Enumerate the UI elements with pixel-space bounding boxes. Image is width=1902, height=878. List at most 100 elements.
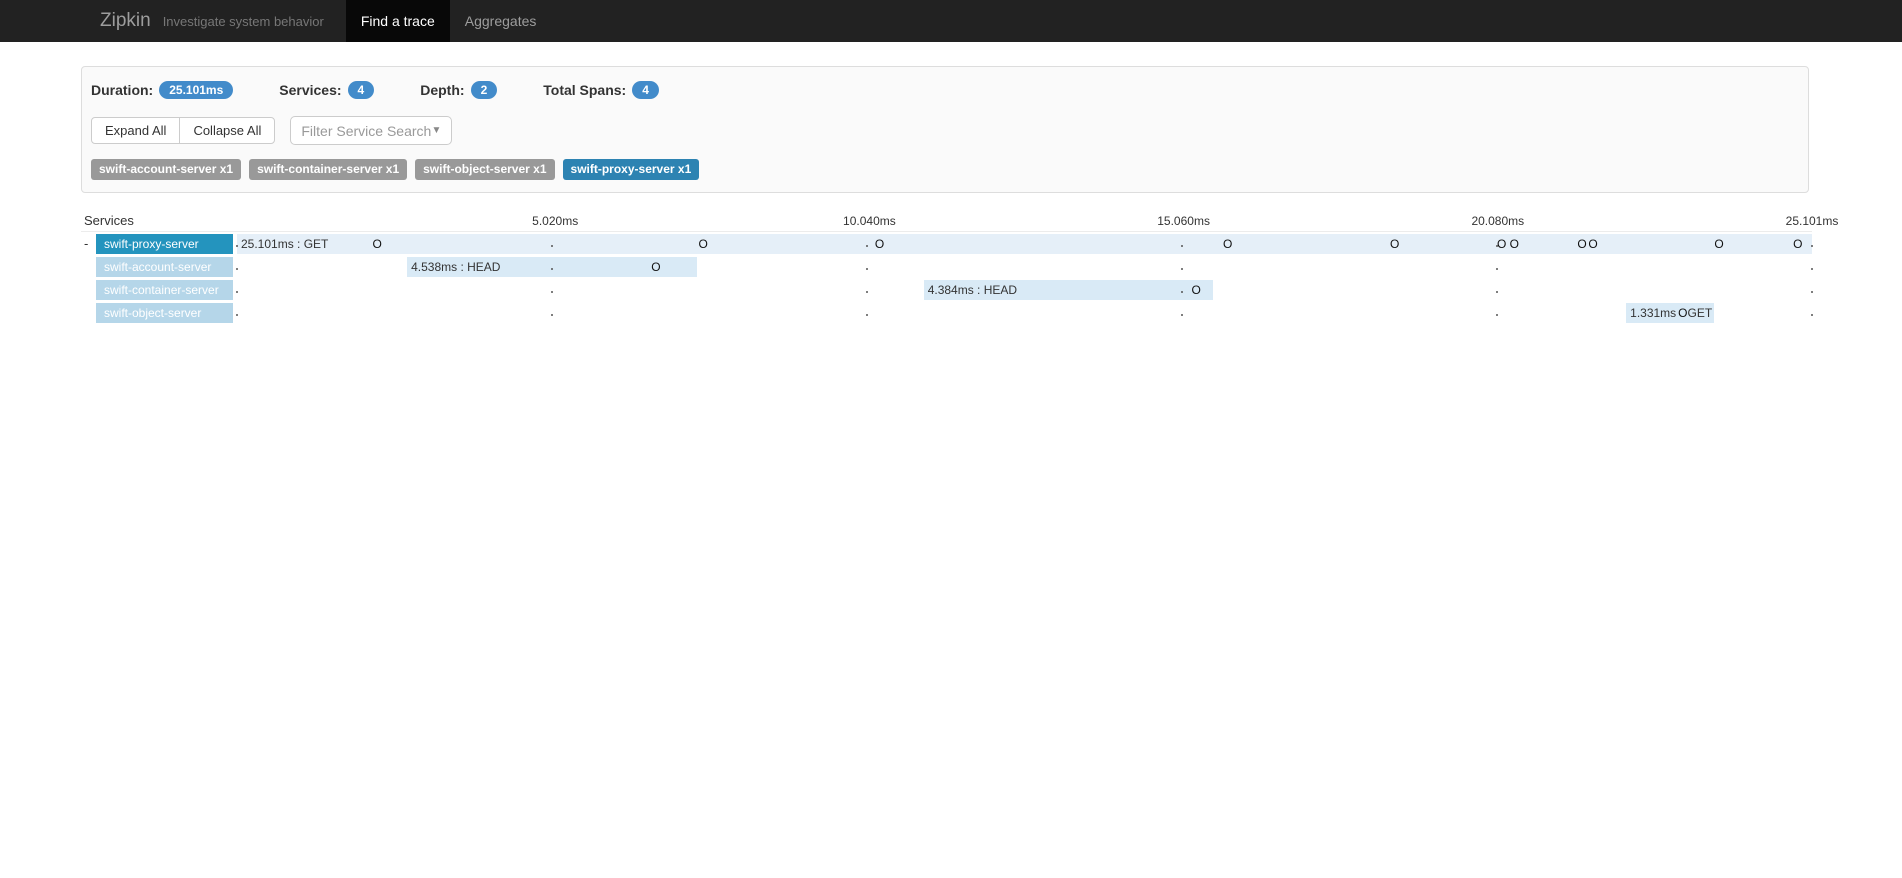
span-duration-label: 25.101ms : GET — [237, 237, 328, 251]
annotation-marker: O — [651, 261, 660, 273]
summary-stat: Services: 4 — [279, 81, 374, 99]
tick-dot — [1811, 291, 1813, 293]
tick-dot — [1811, 245, 1813, 247]
tick-label: 10.040ms — [843, 214, 896, 228]
stat-badge: 4 — [348, 81, 375, 99]
service-name-label[interactable]: swift-proxy-server — [96, 234, 233, 254]
stat-badge: 2 — [471, 81, 498, 99]
stat-label: Services: — [279, 82, 341, 98]
tick-label: 25.101ms — [1786, 214, 1839, 228]
brand-tagline: Investigate system behavior — [163, 14, 324, 29]
span-duration-label: 4.538ms : HEAD — [407, 260, 500, 274]
summary-stats: Duration: 25.101ms Services: 4 Depth: 2 Total … — [91, 81, 1798, 99]
tick-dot — [236, 291, 238, 293]
brand-logo[interactable]: Zipkin — [100, 10, 151, 32]
service-name-label[interactable]: swift-account-server — [96, 257, 233, 277]
span-bar[interactable]: 25.101ms : GET — [237, 234, 1812, 254]
summary-stat: Duration: 25.101ms — [91, 81, 233, 99]
annotation-marker: O — [1390, 238, 1399, 250]
tick-dot — [1496, 314, 1498, 316]
summary-stat: Depth: 2 — [420, 81, 497, 99]
tick-dot — [236, 268, 238, 270]
tick-dot — [1181, 314, 1183, 316]
annotation-marker: O — [1793, 238, 1802, 250]
tick-dot — [551, 268, 553, 270]
stat-badge: 25.101ms — [159, 81, 233, 99]
trace-row: swift-account-server 4.538ms : HEAD O — [81, 255, 1812, 278]
tick-dot — [866, 268, 868, 270]
tick-label: 15.060ms — [1157, 214, 1210, 228]
tick-dot — [866, 245, 868, 247]
span-duration-label: 4.384ms : HEAD — [924, 283, 1017, 297]
tick-dot — [1181, 291, 1183, 293]
annotation-marker: O — [875, 238, 884, 250]
row-timeline: 4.538ms : HEAD O — [237, 257, 1812, 277]
annotation-marker: O — [373, 238, 382, 250]
tick-dot — [551, 245, 553, 247]
services-column-header: Services — [81, 213, 237, 229]
span-duration-label: 1.331ms — [1626, 306, 1676, 320]
tab-aggregates[interactable]: Aggregates — [450, 0, 552, 42]
caret-down-icon: ▼ — [431, 125, 441, 136]
tick-dot — [236, 245, 238, 247]
trace-row: swift-container-server 4.384ms : HEAD O — [81, 278, 1812, 301]
tick-dot — [1496, 268, 1498, 270]
trace-rows: -swift-proxy-server25.101ms : GETOOOOOOO… — [81, 232, 1812, 324]
stat-label: Depth: — [420, 82, 464, 98]
timeline-header: Services 5.020ms 10.040ms 15.060ms 20.080ms… — [81, 213, 1812, 232]
annotation-marker: O — [699, 238, 708, 250]
tick-label: 5.020ms — [532, 214, 578, 228]
annotation-marker: O — [1192, 284, 1201, 296]
trace-summary-panel: Duration: 25.101ms Services: 4 Depth: 2 Total … — [81, 66, 1809, 193]
brand-area: Zipkin Investigate system behavior — [0, 0, 324, 42]
tick-dot — [866, 314, 868, 316]
trace-timeline: Services 5.020ms 10.040ms 15.060ms 20.080ms… — [81, 213, 1812, 324]
tab-find-a-trace[interactable]: Find a trace — [346, 0, 450, 42]
service-tag[interactable]: swift-object-server x1 — [415, 159, 554, 180]
tick-dot — [1181, 268, 1183, 270]
tick-dot — [551, 291, 553, 293]
tick-dot — [866, 291, 868, 293]
tick-dot — [551, 314, 553, 316]
annotation-marker: O — [1223, 238, 1232, 250]
expand-all-button[interactable]: Expand All — [91, 117, 180, 144]
service-tag[interactable]: swift-container-server x1 — [249, 159, 407, 180]
expander-toggle[interactable]: - — [81, 236, 96, 251]
collapse-all-button[interactable]: Collapse All — [179, 117, 275, 144]
tick-dot — [1811, 314, 1813, 316]
service-tag-list: swift-account-server x1 swift-container-s… — [91, 159, 1798, 180]
tick-dot — [1811, 268, 1813, 270]
nav-tabs: Find a trace Aggregates — [346, 0, 552, 42]
tick-label: 20.080ms — [1471, 214, 1524, 228]
tick-dot — [236, 314, 238, 316]
service-name-label[interactable]: swift-object-server — [96, 303, 233, 323]
service-tag[interactable]: swift-proxy-server x1 — [563, 159, 700, 180]
stat-label: Total Spans: — [543, 82, 626, 98]
filter-service-search-select[interactable]: Filter Service Search ▼ — [290, 116, 452, 145]
expand-collapse-group: Expand All Collapse All — [91, 117, 275, 144]
stat-label: Duration: — [91, 82, 153, 98]
span-bar[interactable]: 1.331msOGET — [1626, 303, 1714, 323]
service-tag[interactable]: swift-account-server x1 — [91, 159, 241, 180]
timeline-header-ticks: 5.020ms10.040ms15.060ms20.080ms25.101ms — [241, 213, 1812, 229]
annotation-marker: O — [1714, 238, 1723, 250]
row-timeline: 25.101ms : GETOOOOOOOOOOO — [237, 234, 1812, 254]
navbar: Zipkin Investigate system behavior Find … — [0, 0, 1902, 42]
summary-stat: Total Spans: 4 — [543, 81, 659, 99]
tick-dot — [1496, 291, 1498, 293]
trace-row: swift-object-server 1.331msOGET — [81, 301, 1812, 324]
stat-badge: 4 — [632, 81, 659, 99]
annotation-marker: O — [1678, 307, 1687, 319]
filter-service-search-placeholder: Filter Service Search — [301, 123, 431, 139]
annotation-marker: O — [1510, 238, 1519, 250]
annotation-marker: O — [1577, 238, 1586, 250]
span-method-label: GET — [1688, 306, 1713, 320]
trace-controls: Expand All Collapse All Filter Service S… — [91, 116, 1798, 145]
row-timeline: 4.384ms : HEAD O — [237, 280, 1812, 300]
tick-dot — [1181, 245, 1183, 247]
annotation-marker: O — [1588, 238, 1597, 250]
annotation-marker: O — [1497, 238, 1506, 250]
span-bar[interactable]: 4.384ms : HEAD — [924, 280, 1214, 300]
service-name-label[interactable]: swift-container-server — [96, 280, 233, 300]
row-timeline: 1.331msOGET — [237, 303, 1812, 323]
